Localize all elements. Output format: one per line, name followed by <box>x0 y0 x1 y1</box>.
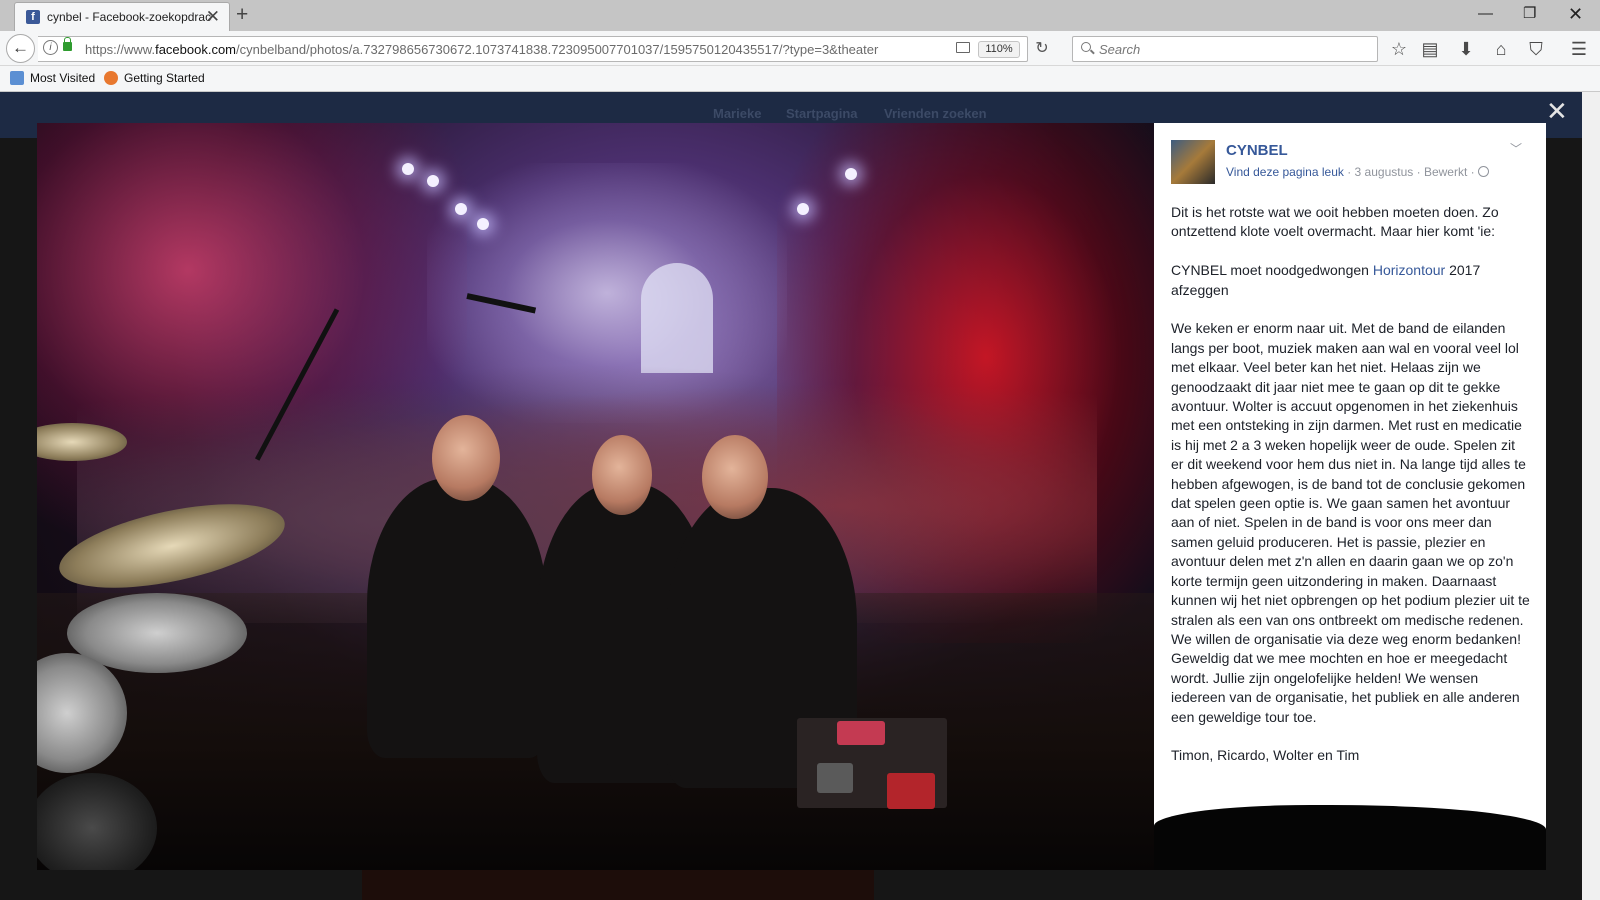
restore-button[interactable]: ❐ <box>1523 4 1536 24</box>
page-scrollbar[interactable] <box>1582 92 1600 900</box>
edited-label[interactable]: Bewerkt <box>1424 165 1467 179</box>
post-date[interactable]: 3 augustus <box>1355 165 1414 179</box>
spot-light <box>427 175 439 187</box>
spot-light <box>797 203 809 215</box>
home-icon[interactable]: ⌂ <box>1489 37 1513 61</box>
minimize-button[interactable]: — <box>1478 4 1493 24</box>
tab-title: cynbel - Facebook-zoekopdracht <box>47 10 212 24</box>
close-icon[interactable]: ✕ <box>1546 98 1568 124</box>
spot-light <box>402 163 414 175</box>
redaction-scribble <box>1154 805 1546 870</box>
menu-icon[interactable]: ☰ <box>1567 37 1591 61</box>
reader-icon[interactable] <box>956 42 970 53</box>
spot-light <box>845 168 857 180</box>
nav-home[interactable]: Startpagina <box>786 106 858 121</box>
library-icon[interactable]: ▤ <box>1418 37 1442 61</box>
spot-light <box>477 218 489 230</box>
post-signoff: Timon, Ricardo, Wolter en Tim <box>1171 747 1360 764</box>
info-icon[interactable]: i <box>43 40 58 55</box>
facebook-favicon: f <box>26 10 40 24</box>
star-icon[interactable]: ☆ <box>1387 37 1411 61</box>
url-text[interactable]: https://www.facebook.com/cynbelband/phot… <box>85 42 965 57</box>
lock-icon <box>63 37 72 51</box>
post-panel: CYNBEL Vind deze pagina leuk · 3 augustu… <box>1154 123 1546 870</box>
band-member-face <box>702 435 768 519</box>
navigation-bar: ← i https://www.facebook.com/cynbelband/… <box>0 31 1600 66</box>
download-icon[interactable]: ⬇ <box>1454 37 1478 61</box>
effect-pedal <box>887 773 935 809</box>
band-member <box>367 478 547 758</box>
band-member-face <box>592 435 652 515</box>
post-paragraph: CYNBEL moet noodgedwongen Horizontour 20… <box>1171 262 1481 298</box>
tab-close-icon[interactable]: ✕ <box>206 7 220 26</box>
background-photo-strip <box>362 869 874 900</box>
url-domain: facebook.com <box>155 42 237 57</box>
post-paragraph: We keken er enorm naar uit. Met de band … <box>1171 320 1530 725</box>
post-paragraph: Dit is het rotste wat we ooit hebben moe… <box>1171 204 1499 240</box>
page-name[interactable]: CYNBEL <box>1226 142 1288 159</box>
bookmark-folder-icon <box>10 71 24 85</box>
pocket-icon[interactable]: ⛉ <box>1524 37 1548 61</box>
url-bar[interactable]: i https://www.facebook.com/cynbelband/ph… <box>38 36 1049 62</box>
post-text: Dit is het rotste wat we ooit hebben moe… <box>1171 203 1531 785</box>
like-page-link[interactable]: Vind deze pagina leuk <box>1226 165 1344 179</box>
bookmarks-toolbar: Most Visited Getting Started <box>0 66 1600 92</box>
page-avatar[interactable] <box>1171 140 1215 184</box>
search-icon <box>1081 42 1091 52</box>
new-tab-button[interactable]: + <box>236 3 248 27</box>
nav-profile[interactable]: Marieke <box>713 106 761 121</box>
browser-tab[interactable]: f cynbel - Facebook-zoekopdracht ✕ <box>14 2 230 31</box>
facebook-page: Marieke Startpagina Vrienden zoeken ✕ CY… <box>0 92 1600 900</box>
search-placeholder: Search <box>1099 42 1141 57</box>
effect-pedal <box>817 763 853 793</box>
bookmark-getting-started[interactable]: Getting Started <box>104 71 205 85</box>
effect-pedal <box>837 721 885 745</box>
hall-window <box>641 263 713 373</box>
band-member-face <box>432 415 500 501</box>
title-bar: f cynbel - Facebook-zoekopdracht ✕ + — ❐… <box>0 0 1600 31</box>
nav-find-friends[interactable]: Vrienden zoeken <box>884 106 987 121</box>
band-photo[interactable] <box>37 123 1154 870</box>
spot-light <box>455 203 467 215</box>
chevron-down-icon[interactable]: ﹀ <box>1510 140 1522 157</box>
back-icon[interactable]: ← <box>6 34 35 63</box>
zoom-indicator[interactable]: 110% <box>978 41 1020 58</box>
search-input[interactable]: Search <box>1072 36 1378 62</box>
bookmark-most-visited[interactable]: Most Visited <box>10 71 95 85</box>
firefox-icon <box>104 71 118 85</box>
horizontour-link[interactable]: Horizontour <box>1373 262 1445 278</box>
window-close-button[interactable]: ✕ <box>1568 4 1583 24</box>
post-meta: Vind deze pagina leuk · 3 augustus · Bew… <box>1226 165 1489 179</box>
globe-icon <box>1477 166 1489 177</box>
reload-icon[interactable]: ↻ <box>1028 38 1056 58</box>
